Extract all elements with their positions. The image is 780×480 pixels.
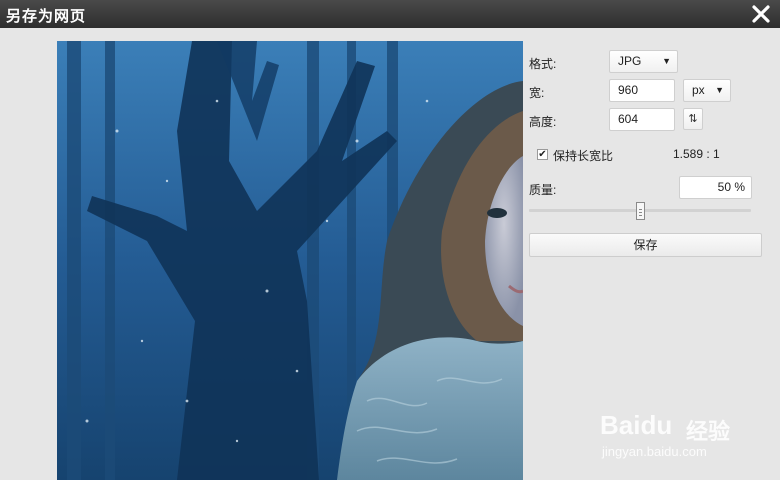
keep-ratio-checkbox[interactable]: ✔	[537, 149, 548, 160]
chevron-down-icon: ▼	[715, 85, 724, 95]
quality-slider-thumb[interactable]	[636, 202, 645, 220]
keep-ratio-label: 保持长宽比	[553, 149, 614, 163]
width-input[interactable]: 960	[609, 79, 675, 102]
save-button-label: 保存	[633, 238, 658, 252]
swap-dimensions-button[interactable]: ⇅	[683, 108, 703, 130]
height-value: 604	[618, 112, 639, 126]
width-label: 宽:	[529, 86, 545, 100]
quality-value: 50 %	[717, 180, 745, 194]
window-title: 另存为网页	[6, 8, 87, 25]
watermark-url: jingyan.baidu.com	[602, 444, 707, 459]
baidu-watermark: Baidu 经验 jingyan.baidu.com	[600, 400, 770, 468]
width-value: 960	[618, 83, 639, 97]
close-icon	[752, 5, 770, 23]
chevron-down-icon: ▼	[662, 56, 671, 66]
image-preview	[57, 41, 523, 480]
height-input[interactable]: 604	[609, 108, 675, 131]
watermark-brand: Baidu	[600, 410, 673, 440]
format-value: JPG	[618, 54, 642, 68]
format-label: 格式:	[529, 57, 557, 71]
height-label: 高度:	[529, 115, 557, 129]
check-icon: ✔	[538, 149, 547, 160]
ratio-value: 1.589 : 1	[673, 147, 720, 161]
unit-value: px	[692, 83, 705, 97]
format-select[interactable]: JPG ▼	[609, 50, 678, 73]
preview-image	[57, 41, 523, 480]
unit-select[interactable]: px ▼	[683, 79, 731, 102]
save-button[interactable]: 保存	[529, 233, 762, 257]
swap-arrows-icon: ⇅	[688, 113, 698, 125]
watermark-brand-cn: 经验	[686, 419, 731, 444]
title-bar: 另存为网页	[0, 0, 780, 28]
settings-panel: 格式: JPG ▼ 宽: 960 px ▼ 高度: 604 ⇅ ✔ 保持长宽比 …	[529, 48, 769, 268]
quality-label: 质量:	[529, 183, 557, 197]
close-button[interactable]	[750, 3, 772, 25]
quality-input[interactable]: 50 %	[679, 176, 752, 199]
